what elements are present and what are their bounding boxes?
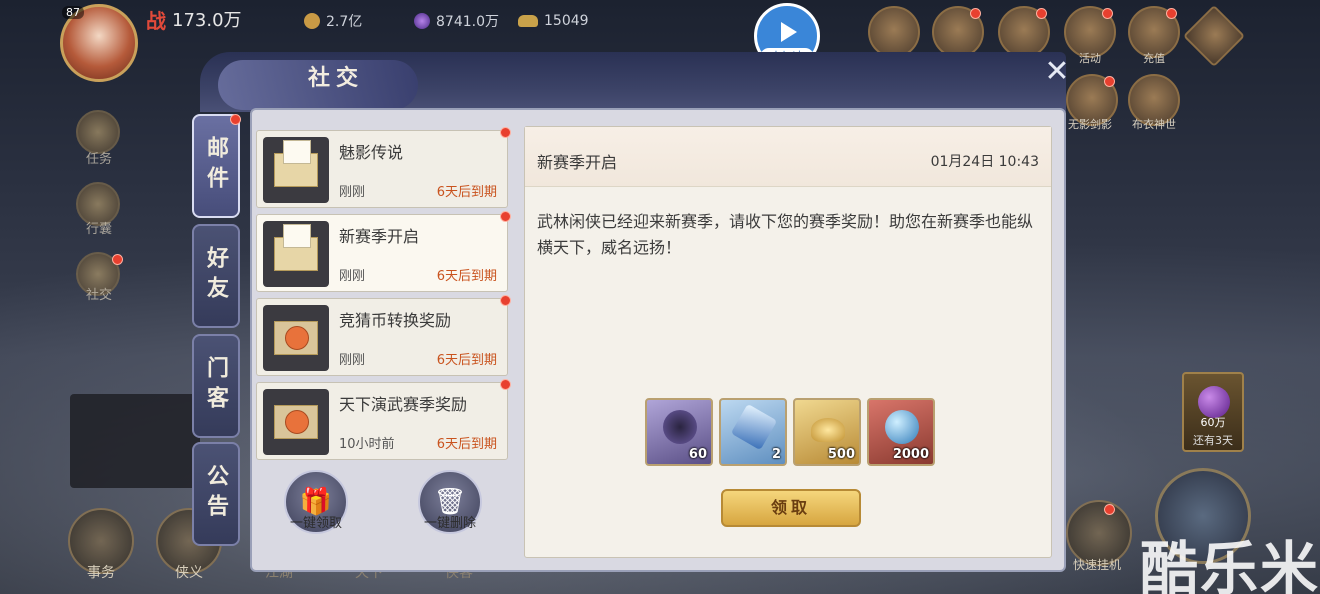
power-value: 173.0万 (172, 10, 242, 31)
notification-dot (1104, 76, 1115, 87)
player-level: 87 (62, 6, 84, 19)
mail-expire: 6天后到期 (436, 353, 497, 368)
gem-display: 8741.0万 (414, 10, 499, 32)
notification-dot (970, 8, 981, 19)
mail-time: 刚刚 (339, 185, 366, 200)
tab-announcements-label: 公告 (203, 464, 229, 524)
mail-list[interactable]: 魅影传说 刚刚 6天后到期 新赛季开启 刚刚 6天后到期 竞猜币转换奖励 刚刚 … (252, 120, 516, 504)
crystal-icon (730, 403, 778, 451)
mail-detail-title: 新赛季开启 (537, 153, 618, 172)
letter-icon (274, 140, 318, 187)
character-icon[interactable] (868, 6, 920, 58)
mail-time: 刚刚 (339, 353, 366, 368)
reward-count: 2000 (892, 447, 929, 462)
ingot-display: 15049 (518, 10, 589, 32)
mail-item-selected[interactable]: 新赛季开启 刚刚 6天后到期 (256, 211, 511, 292)
mail-thumbnail (263, 305, 329, 371)
side-reward-value: 60万 (1200, 416, 1226, 429)
hero-fragment-icon (663, 410, 697, 444)
dialog-header: 社交 ✕ (200, 52, 1070, 112)
recharge-label: 充值 (1143, 52, 1165, 65)
mail-time: 刚刚 (339, 269, 366, 284)
mail-thumbnail (263, 389, 329, 455)
claim-button[interactable]: 领取 (721, 489, 861, 527)
social-label: 社交 (85, 288, 112, 303)
notification-dot (112, 254, 123, 265)
mail-thumbnail (263, 221, 329, 287)
orb-icon (885, 410, 919, 444)
tab-mail-badge (230, 114, 241, 125)
tab-retainers-label: 门客 (203, 356, 229, 416)
quest-label: 任务 (85, 152, 112, 167)
mail-title: 魅影传说 (339, 143, 404, 162)
mail-detail-header: 新赛季开启 01月24日 10:43 (525, 127, 1051, 187)
notification-dot (1036, 8, 1047, 19)
coin-value: 2.7亿 (326, 14, 363, 30)
ingot-icon (518, 15, 538, 27)
mail-thumbnail (263, 137, 329, 203)
mail-detail: 新赛季开启 01月24日 10:43 武林闲侠已经迎来新赛季，请收下您的赛季奖励… (524, 126, 1052, 558)
unread-dot (500, 211, 511, 222)
play-icon (781, 22, 797, 42)
reward-item[interactable]: 2 (719, 398, 787, 466)
claim-all-label: 一键领取 (289, 516, 342, 531)
gold-ingot-icon (811, 418, 845, 442)
ingot-value: 15049 (544, 13, 589, 29)
mail-title: 竞猜币转换奖励 (339, 311, 452, 330)
reward-item[interactable]: 500 (793, 398, 861, 466)
reward-item[interactable]: 60 (645, 398, 713, 466)
menu-diamond-icon[interactable] (1182, 4, 1246, 68)
mail-time: 10小时前 (339, 437, 395, 452)
mail-expire: 6天后到期 (436, 269, 497, 284)
reward-count: 2 (771, 447, 781, 462)
dialog-title: 社交 (308, 65, 365, 91)
commoner-label: 布衣神世 (1132, 118, 1176, 131)
mail-item[interactable]: 竞猜币转换奖励 刚刚 6天后到期 (256, 295, 511, 376)
tab-mail-label: 邮件 (203, 136, 229, 196)
mail-detail-date: 01月24日 10:43 (930, 154, 1039, 170)
bag-label: 行囊 (85, 222, 112, 237)
power-label: 战 (146, 8, 166, 33)
letter-icon (274, 224, 318, 271)
unread-dot (500, 295, 511, 306)
close-icon: ✕ (1044, 54, 1070, 89)
unread-dot (500, 127, 511, 138)
gift-letter-icon (274, 321, 318, 355)
coin-display: 2.7亿 (304, 10, 362, 32)
shadow-sword-label: 无影剑影 (1068, 118, 1112, 131)
tab-mail[interactable]: 邮件 (192, 114, 240, 218)
tab-retainers[interactable]: 门客 (192, 334, 240, 438)
tab-friends-label: 好友 (203, 246, 229, 306)
notification-dot (1166, 8, 1177, 19)
close-button[interactable]: ✕ (1042, 57, 1072, 88)
background-panel (70, 394, 200, 488)
notification-dot (1102, 8, 1113, 19)
mail-item[interactable]: 天下演武赛季奖励 10小时前 6天后到期 (256, 379, 511, 460)
coin-icon (304, 13, 320, 29)
reward-item[interactable]: 2000 (867, 398, 935, 466)
gift-letter-icon (274, 405, 318, 439)
mail-detail-body: 武林闲侠已经迎来新赛季，请收下您的赛季奖励！助您在新赛季也能纵横天下，威名远扬！ (537, 212, 1034, 257)
mail-title: 新赛季开启 (339, 227, 420, 246)
unread-dot (500, 379, 511, 390)
affairs-label: 事务 (87, 565, 115, 581)
watermark: 酷乐米 (1140, 535, 1320, 594)
mail-title: 天下演武赛季奖励 (339, 395, 468, 414)
side-reward-time: 还有3天 (1193, 434, 1233, 447)
mail-item[interactable]: 魅影传说 刚刚 6天后到期 (256, 127, 511, 208)
delete-all-label: 一键删除 (423, 516, 476, 531)
reward-count: 60 (688, 447, 707, 462)
tab-friends[interactable]: 好友 (192, 224, 240, 328)
social-dialog: 社交 ✕ 邮件 好友 门客 公告 魅影传说 刚刚 6天后到期 新赛季开启 刚刚 … (190, 52, 1070, 572)
notification-dot (1104, 504, 1115, 515)
gem-value: 8741.0万 (436, 14, 499, 30)
mail-expire: 6天后到期 (436, 437, 497, 452)
mail-expire: 6天后到期 (436, 185, 497, 200)
auto-idle-label: 快速挂机 (1072, 558, 1121, 572)
power-display: 战 173.0万 (146, 8, 242, 33)
reward-count: 500 (827, 447, 855, 462)
gem-icon (414, 13, 430, 29)
tab-announcements[interactable]: 公告 (192, 442, 240, 546)
